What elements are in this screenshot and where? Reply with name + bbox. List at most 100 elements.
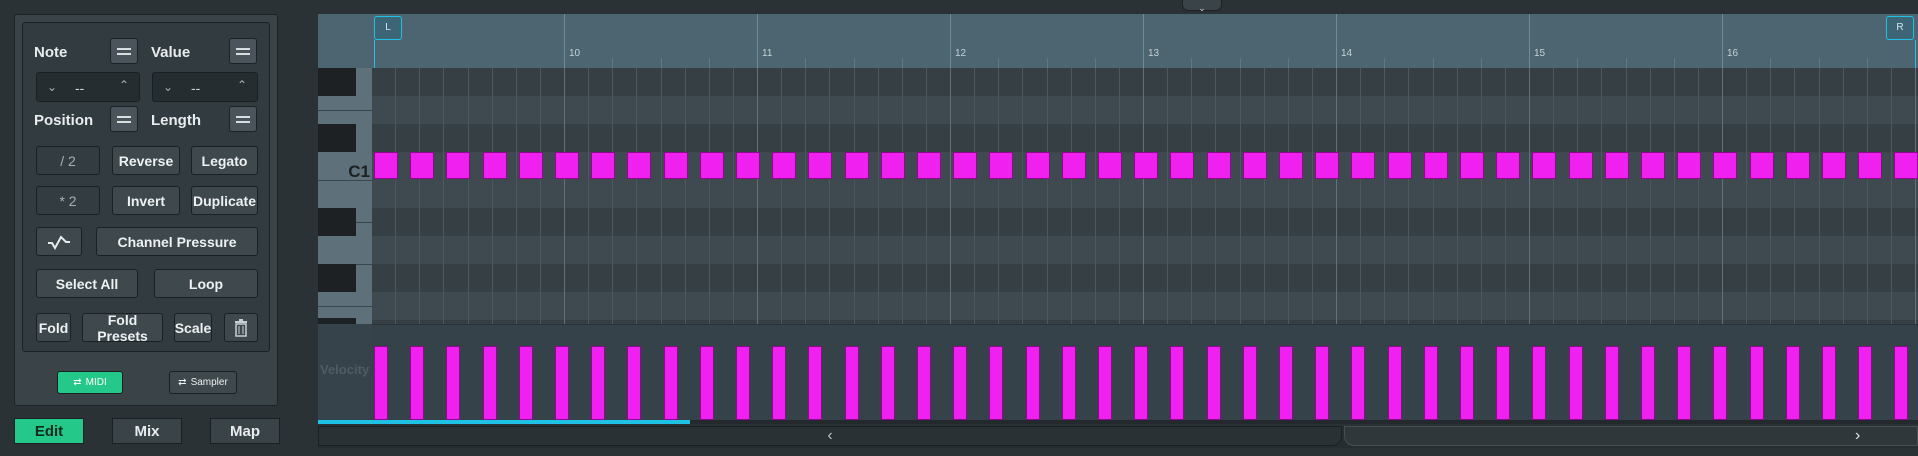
velocity-bar[interactable] bbox=[1207, 346, 1221, 420]
velocity-bar[interactable] bbox=[1424, 346, 1438, 420]
midi-note[interactable] bbox=[410, 152, 434, 179]
midi-note[interactable] bbox=[1569, 152, 1593, 179]
velocity-bar[interactable] bbox=[1496, 346, 1510, 420]
velocity-bar[interactable] bbox=[483, 346, 497, 420]
delete-button[interactable] bbox=[224, 313, 258, 342]
horizontal-scrollbar[interactable]: ‹ › bbox=[318, 426, 1918, 448]
divide-by-two-button[interactable]: / 2 bbox=[36, 146, 100, 175]
reverse-button[interactable]: Reverse bbox=[112, 146, 180, 175]
midi-note[interactable] bbox=[446, 152, 470, 179]
tab-map[interactable]: Map bbox=[210, 418, 280, 444]
scroll-left-button[interactable]: ‹ bbox=[318, 426, 1342, 446]
velocity-bar[interactable] bbox=[374, 346, 388, 420]
velocity-bar[interactable] bbox=[1858, 346, 1872, 420]
velocity-bar[interactable] bbox=[1315, 346, 1329, 420]
tab-mix[interactable]: Mix bbox=[112, 418, 182, 444]
midi-note[interactable] bbox=[1207, 152, 1231, 179]
piano-keyboard[interactable]: C1 bbox=[318, 68, 372, 324]
piano-black-key[interactable] bbox=[318, 208, 356, 236]
velocity-bar[interactable] bbox=[1351, 346, 1365, 420]
chevron-down-icon[interactable]: ⌄ bbox=[163, 80, 173, 94]
midi-note[interactable] bbox=[1786, 152, 1810, 179]
midi-note[interactable] bbox=[736, 152, 760, 179]
chevron-down-icon[interactable]: ⌄ bbox=[47, 80, 57, 94]
select-all-button[interactable]: Select All bbox=[36, 269, 138, 298]
velocity-bar[interactable] bbox=[1569, 346, 1583, 420]
velocity-bar[interactable] bbox=[1641, 346, 1655, 420]
velocity-bar[interactable] bbox=[591, 346, 605, 420]
legato-button[interactable]: Legato bbox=[191, 146, 258, 175]
timeline-ruler[interactable]: 10 11 12 13 14 15 16 bbox=[318, 14, 1918, 69]
velocity-bar[interactable] bbox=[700, 346, 714, 420]
velocity-bar[interactable] bbox=[1822, 346, 1836, 420]
midi-note[interactable] bbox=[700, 152, 724, 179]
midi-note[interactable] bbox=[1894, 152, 1918, 179]
midi-note[interactable] bbox=[953, 152, 977, 179]
midi-note[interactable] bbox=[1750, 152, 1774, 179]
midi-note[interactable] bbox=[1713, 152, 1737, 179]
velocity-bar[interactable] bbox=[1098, 346, 1112, 420]
midi-note[interactable] bbox=[1315, 152, 1339, 179]
velocity-bar[interactable] bbox=[1388, 346, 1402, 420]
invert-button[interactable]: Invert bbox=[112, 186, 180, 215]
midi-note[interactable] bbox=[1532, 152, 1556, 179]
midi-button[interactable]: ⇄ MIDI bbox=[57, 371, 123, 394]
note-grid[interactable] bbox=[372, 68, 1918, 324]
loop-button[interactable]: Loop bbox=[154, 269, 258, 298]
velocity-bar[interactable] bbox=[1062, 346, 1076, 420]
midi-note[interactable] bbox=[808, 152, 832, 179]
velocity-bar[interactable] bbox=[881, 346, 895, 420]
velocity-bar[interactable] bbox=[1786, 346, 1800, 420]
velocity-bar[interactable] bbox=[1605, 346, 1619, 420]
midi-note[interactable] bbox=[1641, 152, 1665, 179]
midi-note[interactable] bbox=[1605, 152, 1629, 179]
sampler-button[interactable]: ⇄ Sampler bbox=[169, 371, 237, 394]
velocity-bar[interactable] bbox=[1460, 346, 1474, 420]
midi-note[interactable] bbox=[1858, 152, 1882, 179]
value-menu-button[interactable] bbox=[229, 38, 257, 64]
velocity-bar[interactable] bbox=[1134, 346, 1148, 420]
midi-note[interactable] bbox=[1026, 152, 1050, 179]
midi-note[interactable] bbox=[591, 152, 615, 179]
midi-note[interactable] bbox=[772, 152, 796, 179]
channel-pressure-button[interactable]: Channel Pressure bbox=[96, 227, 258, 256]
velocity-bar[interactable] bbox=[555, 346, 569, 420]
piano-black-key[interactable] bbox=[318, 68, 356, 96]
midi-note[interactable] bbox=[845, 152, 869, 179]
velocity-bar[interactable] bbox=[1170, 346, 1184, 420]
midi-note[interactable] bbox=[374, 152, 398, 179]
midi-note[interactable] bbox=[483, 152, 507, 179]
velocity-bar[interactable] bbox=[953, 346, 967, 420]
velocity-bar[interactable] bbox=[736, 346, 750, 420]
tab-edit[interactable]: Edit bbox=[14, 418, 84, 444]
fold-button[interactable]: Fold bbox=[36, 313, 71, 342]
velocity-bar[interactable] bbox=[1279, 346, 1293, 420]
velocity-lane[interactable] bbox=[372, 324, 1918, 420]
velocity-bar[interactable] bbox=[1026, 346, 1040, 420]
velocity-bar[interactable] bbox=[845, 346, 859, 420]
note-stepper[interactable]: ⌄ -- ⌃ bbox=[36, 72, 140, 102]
midi-note[interactable] bbox=[881, 152, 905, 179]
piano-black-key[interactable] bbox=[318, 318, 356, 324]
duplicate-button[interactable]: Duplicate bbox=[191, 186, 258, 215]
midi-note[interactable] bbox=[627, 152, 651, 179]
scale-button[interactable]: Scale bbox=[174, 313, 212, 342]
midi-note[interactable] bbox=[664, 152, 688, 179]
velocity-bar[interactable] bbox=[1750, 346, 1764, 420]
multiply-by-two-button[interactable]: * 2 bbox=[36, 186, 100, 215]
velocity-bar[interactable] bbox=[917, 346, 931, 420]
midi-note[interactable] bbox=[1388, 152, 1412, 179]
velocity-bar[interactable] bbox=[1894, 346, 1908, 420]
midi-note[interactable] bbox=[1424, 152, 1448, 179]
position-indicator[interactable] bbox=[318, 420, 690, 424]
midi-note[interactable] bbox=[1460, 152, 1484, 179]
midi-note[interactable] bbox=[1677, 152, 1701, 179]
collapse-toggle[interactable]: ⌄ bbox=[1182, 0, 1222, 13]
midi-note[interactable] bbox=[1170, 152, 1194, 179]
midi-note[interactable] bbox=[989, 152, 1013, 179]
curve-button[interactable] bbox=[36, 227, 82, 256]
velocity-bar[interactable] bbox=[772, 346, 786, 420]
midi-note[interactable] bbox=[1098, 152, 1122, 179]
velocity-bar[interactable] bbox=[989, 346, 1003, 420]
velocity-bar[interactable] bbox=[664, 346, 678, 420]
